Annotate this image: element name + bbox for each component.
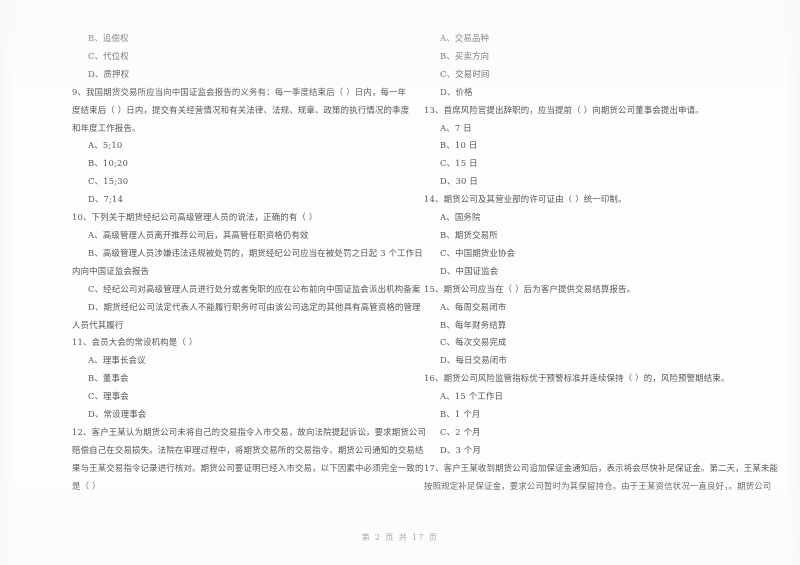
answer-option-line: B、期货交易所 xyxy=(440,229,498,240)
answer-option-line: B、1 个月 xyxy=(440,409,481,420)
exam-page: B、追偿权 C、代位权 D、质押权 9、我国期货交易所应当向中国证监会报告的义务有：每… xyxy=(0,0,800,565)
page-left-edge-shading xyxy=(0,0,16,565)
answer-option-line: D、中国证监会 xyxy=(440,265,499,276)
answer-option-line: A、15 个工作日 xyxy=(440,391,504,402)
text-continuation-line: 按照规定补足保证金，要求公司暂时为其保留持仓。由于王某资信状况一直良好，。期货公… xyxy=(424,480,772,491)
answer-option-line: D、7;14 xyxy=(88,194,124,205)
text-continuation-line: 赔偿自己在交易损失。法院在审理过程中，将期货交易所的交易指令、期货公司通知的交易… xyxy=(72,444,424,455)
answer-option-line: C、每次交易完成 xyxy=(440,337,507,348)
answer-option-line: B、董事会 xyxy=(88,373,129,384)
answer-option-line: B、10;20 xyxy=(88,158,129,169)
question-stem-line: 12、客户王某认为期货公司未将自己的交易指令入市交易，故向法院提起诉讼，要求期货… xyxy=(72,426,427,437)
question-stem-line: 17、客户王某收到期货公司追加保证金通知后，表示将会尽快补足保证金。第二天，王某… xyxy=(424,462,779,473)
answer-option-line: D、常设理事会 xyxy=(88,409,147,420)
text-continuation-line: 度结束后（ ）日内，提交有关经营情况和有关法律、法规、规章、政策的执行情况的季度 xyxy=(72,104,410,115)
question-stem-line: 11、会员大会的常设机构是（ ） xyxy=(72,337,198,348)
text-continuation-line: 是（ ） xyxy=(72,480,101,491)
text-continuation-line: 果与王某交易指令记录进行核对。期货公司要证明已经入市交易，以下因素中必须完全一致… xyxy=(72,462,424,473)
answer-option-line: C、交易时间 xyxy=(440,68,490,79)
answer-option-line: C、15;30 xyxy=(88,176,129,187)
left-text-column: B、追偿权 C、代位权 D、质押权 9、我国期货交易所应当向中国证监会报告的义务有：每… xyxy=(72,30,427,496)
right-text-column: A、交易品种 B、买卖方向 C、交易时间 D、价格 13、首席风险官提出辞职的，应当提前… xyxy=(424,30,779,496)
answer-option-line: A、理事长会议 xyxy=(88,355,146,366)
answer-option-line: B、追偿权 xyxy=(88,33,129,43)
question-stem-line: 10、下列关于期货经纪公司高级管理人员的说法，正确的有（ ） xyxy=(72,212,318,223)
question-stem-line: 9、我国期货交易所应当向中国证监会报告的义务有：每一季度结束后（ ）日内，每一年 xyxy=(72,86,407,97)
answer-option-line: A、每周交易闭市 xyxy=(440,301,507,312)
answer-option-line: B、每年财务结算 xyxy=(440,319,507,330)
answer-option-line: C、中国期货业协会 xyxy=(440,247,516,258)
answer-option-line: A、5;10 xyxy=(88,140,123,151)
question-stem-line: 15、期货公司应当在（ ）后为客户提供交易结算报告。 xyxy=(424,283,636,294)
text-continuation-line: 内向中国证监会报告 xyxy=(72,265,150,276)
answer-option-line: B、买卖方向 xyxy=(440,50,490,61)
answer-option-line: D、30 日 xyxy=(440,176,478,187)
answer-option-line: D、价格 xyxy=(440,86,473,97)
answer-option-line: C、理事会 xyxy=(88,391,129,402)
answer-option-line: C、15 日 xyxy=(440,158,478,169)
question-stem-line: 14、期货公司及其营业部的许可证由（ ）统一印制。 xyxy=(424,194,627,205)
answer-option-line: B、高级管理人员涉嫌违法违规被处罚的，期货经纪公司应当在被处罚之日起 3 个工作… xyxy=(88,247,423,258)
answer-option-line: A、国务院 xyxy=(440,212,481,223)
answer-option-line: B、10 日 xyxy=(440,140,478,151)
answer-option-line: D、质押权 xyxy=(88,68,130,79)
answer-option-line: D、每日交易闭市 xyxy=(440,355,507,366)
answer-option-line: D、3 个月 xyxy=(440,444,482,455)
page-right-edge-shading xyxy=(784,0,800,565)
answer-option-line: C、代位权 xyxy=(88,50,129,61)
page-footer: 第 2 页 共 17 页 xyxy=(361,533,439,542)
answer-option-line: C、2 个月 xyxy=(440,426,481,437)
answer-option-line: D、期货经纪公司法定代表人不能履行职务时可由该公司选定的其他具有高管资格的管理 xyxy=(88,301,421,312)
text-continuation-line: 和年度工作报告。 xyxy=(72,122,141,133)
answer-option-line: C、经纪公司对高级管理人员进行处分或者免职的应在公布前向中国证监会派出机构备案 xyxy=(88,283,421,294)
question-stem-line: 16、期货公司风险监管指标优于预警标准并连续保持（ ）的，风险预警期结束。 xyxy=(424,373,730,384)
question-stem-line: 13、首席风险官提出辞职的，应当提前（ ）向期货公司董事会提出申请。 xyxy=(424,104,704,115)
answer-option-line: A、交易品种 xyxy=(440,33,490,43)
text-continuation-line: 人员代其履行 xyxy=(72,319,124,330)
answer-option-line: A、7 日 xyxy=(440,122,472,133)
answer-option-line: A、高级管理人员离开推荐公司后，其高管任职资格仍有效 xyxy=(88,229,309,240)
